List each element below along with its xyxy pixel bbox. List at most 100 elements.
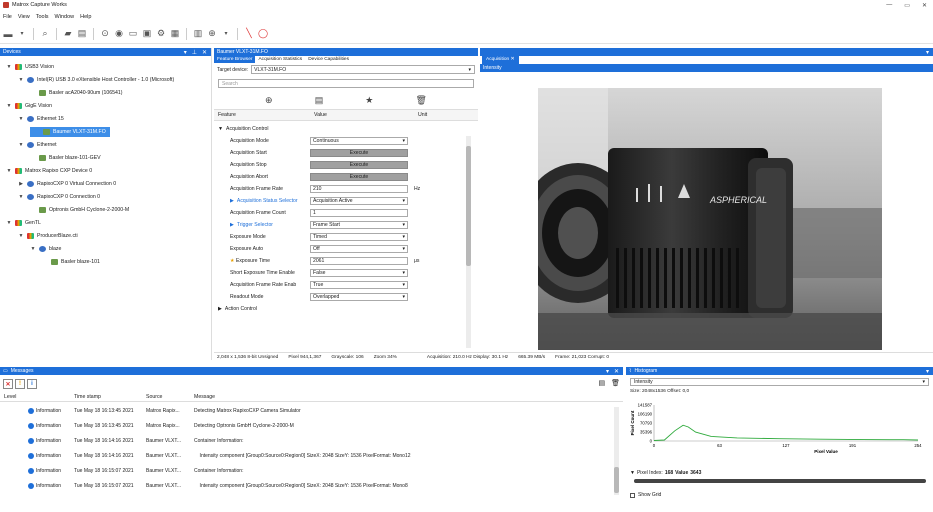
feature-name[interactable]: ▶ Trigger Selector <box>214 222 310 228</box>
copy-icon[interactable]: ▤ <box>598 379 605 389</box>
trash-icon[interactable]: 🗑 <box>415 95 426 106</box>
ellipse-tool-icon[interactable]: ◯ <box>258 28 268 39</box>
device-tree-item[interactable]: ▶ RapixoCXP 0 Virtual Connection 0 <box>18 179 116 189</box>
message-row[interactable]: Information Tue May 18 16:13:45 2021 Matro… <box>0 404 610 418</box>
feature-value-select[interactable]: True ▾ <box>310 280 408 289</box>
dropdown-chevron-icon[interactable]: ▾ <box>221 29 231 39</box>
device-tree-item[interactable]: ▼ GenTL <box>6 218 41 228</box>
crosshair-icon[interactable]: ⊕ <box>207 28 217 39</box>
feature-value-select[interactable]: False ▾ <box>310 268 408 277</box>
feature-value-select[interactable]: Frame Start ▾ <box>310 220 408 229</box>
device-tree-item[interactable]: ▼ Intel(R) USB 3.0 eXtensible Host Contro… <box>18 75 174 85</box>
search-input[interactable]: Search <box>218 79 474 88</box>
chevron-right-icon[interactable]: ▶ <box>230 198 234 204</box>
feature-name[interactable]: ▶ Acquisition Status Selector <box>214 198 310 204</box>
chevron-down-icon[interactable]: ▼ <box>18 142 24 148</box>
add-circle-icon[interactable]: ⊕ <box>265 95 273 106</box>
maximize-button[interactable]: ▭ <box>904 2 910 9</box>
star-icon[interactable]: ★ <box>365 95 373 106</box>
device-tree-item[interactable]: Baumer VLXT-31M.FO <box>30 127 110 137</box>
tab-acquisition-statistics[interactable]: Acquisition Statistics <box>255 56 306 63</box>
chevron-down-icon[interactable]: ▼ <box>218 126 223 132</box>
feature-name[interactable]: ▶ Action Control <box>214 306 310 312</box>
zoom-search-icon[interactable]: ⌕ <box>40 28 50 39</box>
trash-icon[interactable]: 🗑 <box>611 379 620 389</box>
chevron-down-icon[interactable]: ▼ <box>6 64 12 70</box>
folder-open-icon[interactable]: ▰ <box>63 28 73 39</box>
message-row[interactable]: Information Tue May 18 16:15:07 2021 Baume… <box>0 464 610 478</box>
panel-menu-icon[interactable]: ▾ <box>606 368 609 375</box>
histogram-slider[interactable] <box>634 479 926 483</box>
save-icon[interactable]: ▤ <box>315 95 324 106</box>
close-icon[interactable]: ✕ <box>202 49 207 56</box>
device-tree-item[interactable]: ▼ ProducerBlaze.cti <box>18 231 78 241</box>
feature-value-select[interactable]: Acquisition Active ▾ <box>310 196 408 205</box>
chevron-down-icon[interactable]: ▼ <box>30 246 36 252</box>
feature-name[interactable]: ▼ Acquisition Control <box>214 126 310 132</box>
feature-value-input[interactable]: 1 <box>310 208 408 217</box>
menu-help[interactable]: Help <box>80 14 91 20</box>
device-tree-item[interactable]: ▼ Ethernet <box>18 140 57 150</box>
execute-button[interactable]: Execute <box>310 172 408 181</box>
execute-button[interactable]: Execute <box>310 148 408 157</box>
device-tree-item[interactable]: Basler acA2040-90um (106541) <box>30 88 123 98</box>
feature-value-select[interactable]: Off ▾ <box>310 244 408 253</box>
line-tool-icon[interactable]: ╲ <box>244 28 254 39</box>
execute-button[interactable]: Execute <box>310 160 408 169</box>
messages-scrollbar[interactable] <box>614 407 619 495</box>
device-tree-item[interactable]: ▼ blaze <box>30 244 61 254</box>
chevron-down-icon[interactable]: ▼ <box>18 233 24 239</box>
menu-file[interactable]: File <box>3 14 12 20</box>
error-filter-icon[interactable]: ✕ <box>3 379 13 389</box>
device-tree-item[interactable]: Optronis GmbH Cyclone-2-2000-M <box>30 205 129 215</box>
feature-value-input[interactable]: 210 <box>310 184 408 193</box>
message-row[interactable]: Information Tue May 18 16:14:16 2021 Baume… <box>0 434 610 448</box>
grid-icon[interactable]: ▥ <box>193 28 203 39</box>
feature-value-input[interactable]: 2061 <box>310 256 408 265</box>
save-icon[interactable]: ▤ <box>77 28 87 39</box>
settings-gear-icon[interactable]: ⚙ <box>156 28 166 39</box>
device-tree-item[interactable]: ▼ Matrox Rapixo CXP Device 0 <box>6 166 92 176</box>
tab-device-capabilities[interactable]: Device Capabilities <box>305 56 352 63</box>
chevron-down-icon[interactable]: ▼ <box>18 194 24 200</box>
record-icon[interactable]: ◉ <box>114 28 124 39</box>
info-filter-icon[interactable]: i <box>27 379 37 389</box>
close-icon[interactable]: ✕ <box>511 57 515 62</box>
close-icon[interactable]: ✕ <box>614 368 619 375</box>
close-button[interactable]: ✕ <box>922 2 927 9</box>
device-tree-item[interactable]: Basler blaze-101 <box>42 257 100 267</box>
message-row[interactable]: Information Tue May 18 16:14:16 2021 Baume… <box>0 449 610 463</box>
pin-icon[interactable]: ⊥ <box>192 49 197 56</box>
feature-scrollbar[interactable] <box>466 136 471 348</box>
menu-tools[interactable]: Tools <box>36 14 49 20</box>
chevron-right-icon[interactable]: ▶ <box>18 181 24 187</box>
device-tree-item[interactable]: ▼ USB3 Vision <box>6 62 54 72</box>
scrollbar-thumb[interactable] <box>614 467 619 493</box>
chevron-down-icon[interactable]: ▼ <box>6 220 12 226</box>
message-row[interactable]: Information Tue May 18 16:15:07 2021 Baume… <box>0 479 610 493</box>
scrollbar-thumb[interactable] <box>466 146 471 266</box>
tab-feature-browser[interactable]: Feature Browser <box>214 56 256 63</box>
menu-window[interactable]: Window <box>55 14 75 20</box>
chevron-down-icon[interactable]: ▼ <box>18 116 24 122</box>
device-tree-item[interactable]: ▼ GigE Vision <box>6 101 52 111</box>
chevron-right-icon[interactable]: ▶ <box>230 222 234 228</box>
display-icon[interactable]: ▦ <box>170 28 180 39</box>
minimize-button[interactable]: — <box>886 2 892 9</box>
panel-menu-icon[interactable]: ▾ <box>926 49 929 56</box>
message-row[interactable]: Information Tue May 18 16:13:45 2021 Matro… <box>0 419 610 433</box>
show-grid-checkbox[interactable] <box>630 492 635 498</box>
device-tree-item[interactable]: ▼ RapixoCXP 0 Connection 0 <box>18 192 100 202</box>
device-tree-item[interactable]: Basler blaze-101-GEV <box>30 153 101 163</box>
tab-acquisition[interactable]: Acquisition ✕ <box>482 56 519 64</box>
chevron-down-icon[interactable]: ▼ <box>6 103 12 109</box>
feature-value-select[interactable]: Overlapped ▾ <box>310 292 408 301</box>
warning-filter-icon[interactable]: ! <box>15 379 25 389</box>
device-tree-item[interactable]: ▼ Ethernet 15 <box>18 114 64 124</box>
grab-icon[interactable]: ⊙ <box>100 28 110 39</box>
feature-value-select[interactable]: Timed ▾ <box>310 232 408 241</box>
panel-menu-icon[interactable]: ▾ <box>926 368 929 375</box>
snapshot-icon[interactable]: ▣ <box>142 28 152 39</box>
camera-image[interactable]: ASPHERICAL <box>538 88 882 350</box>
grab-multiple-icon[interactable]: ▭ <box>128 28 138 39</box>
